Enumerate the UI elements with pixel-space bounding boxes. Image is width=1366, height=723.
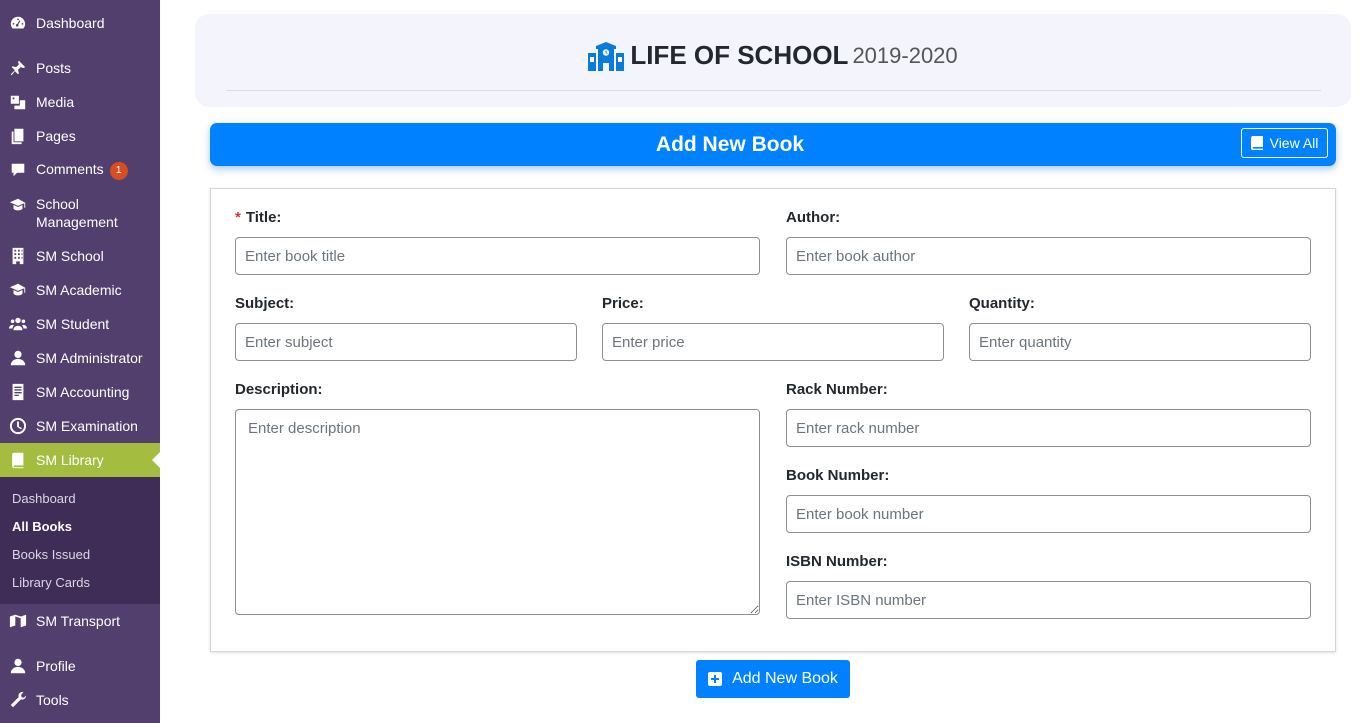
admin-sidebar: Dashboard Posts Media Pages Comments 1 Sc… [0, 0, 160, 723]
sidebar-item-sm-transport[interactable]: SM Transport [0, 612, 160, 630]
sidebar-item-label: School Management [36, 196, 118, 230]
clock-icon [8, 416, 28, 436]
book-icon [1250, 136, 1263, 150]
sidebar-item-label: Profile [36, 658, 76, 674]
sidebar-item-label: SM Library [36, 452, 104, 468]
author-input[interactable] [786, 237, 1311, 275]
wrench-icon [8, 690, 28, 710]
subject-input[interactable] [235, 323, 577, 361]
add-new-book-label: Add New Book [732, 670, 838, 687]
sidebar-item-label: SM Accounting [36, 384, 130, 400]
dashboard-icon [8, 13, 28, 33]
required-mark: * [235, 209, 241, 226]
author-label: Author: [786, 209, 841, 226]
pin-icon [8, 58, 28, 78]
submenu-item-books-issued[interactable]: Books Issued [12, 547, 90, 562]
sidebar-item-posts[interactable]: Posts [0, 59, 160, 77]
sidebar-item-label: Comments 1 [36, 160, 128, 180]
sidebar-item-tools[interactable]: Tools [0, 691, 160, 709]
title-input[interactable] [235, 237, 760, 275]
graduation-cap-icon [8, 195, 28, 215]
academic-session: 2019-2020 [852, 42, 958, 68]
price-label: Price: [602, 295, 644, 312]
sidebar-item-school-management[interactable]: School Management [0, 195, 160, 231]
school-title: LIFE OF SCHOOL 2019-2020 [195, 40, 1351, 71]
rack-number-label: Rack Number: [786, 381, 888, 398]
school-name: LIFE OF SCHOOL [630, 40, 849, 70]
add-new-book-button[interactable]: Add New Book [696, 660, 850, 698]
sidebar-item-sm-accounting[interactable]: SM Accounting [0, 383, 160, 401]
isbn-number-input[interactable] [786, 581, 1311, 619]
sidebar-item-comments[interactable]: Comments 1 [0, 160, 160, 180]
plus-square-icon [708, 672, 723, 686]
book-icon [8, 450, 28, 470]
sidebar-item-label: Media [36, 94, 75, 110]
sidebar-item-sm-library[interactable]: SM Library [0, 443, 160, 477]
page-title: Add New Book [655, 133, 805, 156]
comments-label: Comments [36, 161, 104, 178]
description-textarea[interactable] [235, 409, 760, 615]
sidebar-item-label: SM School [36, 248, 104, 264]
comment-icon [8, 160, 28, 180]
sidebar-item-label: SM Transport [36, 613, 121, 629]
isbn-number-label: ISBN Number: [786, 553, 888, 570]
map-icon [8, 611, 28, 631]
price-input[interactable] [602, 323, 944, 361]
view-all-button[interactable]: View All [1241, 128, 1328, 158]
sidebar-item-label: Posts [36, 60, 72, 76]
users-icon [8, 314, 28, 334]
sidebar-item-sm-examination[interactable]: SM Examination [0, 417, 160, 435]
library-submenu: Dashboard All Books Books Issued Library… [0, 477, 160, 604]
school-header: LIFE OF SCHOOL 2019-2020 [195, 14, 1351, 107]
add-book-title-bar: Add New Book View All [210, 123, 1336, 166]
user-icon [8, 348, 28, 368]
comments-count-badge: 1 [109, 161, 128, 180]
title-label-text: Title: [245, 209, 282, 226]
sidebar-item-sm-academic[interactable]: SM Academic [0, 281, 160, 299]
sidebar-item-sm-student[interactable]: SM Student [0, 315, 160, 333]
media-icon [8, 92, 28, 112]
building-icon [8, 246, 28, 266]
sidebar-item-label: Tools [36, 692, 69, 708]
graduation-cap-icon [8, 280, 28, 300]
sidebar-item-media[interactable]: Media [0, 93, 160, 111]
description-label: Description: [235, 381, 323, 398]
add-book-form: *Title: Author: Subject: Price: Quantity… [210, 188, 1336, 652]
sidebar-item-label: SM Administrator [36, 350, 143, 366]
user-icon [8, 656, 28, 676]
quantity-label: Quantity: [969, 295, 1035, 312]
sidebar-item-pages[interactable]: Pages [0, 127, 160, 145]
sidebar-item-dashboard[interactable]: Dashboard [0, 14, 160, 32]
sidebar-item-sm-school[interactable]: SM School [0, 247, 160, 265]
rack-number-input[interactable] [786, 409, 1311, 447]
quantity-input[interactable] [969, 323, 1311, 361]
header-divider [226, 90, 1321, 91]
sidebar-item-label: SM Academic [36, 282, 122, 298]
submenu-item-library-cards[interactable]: Library Cards [12, 575, 90, 590]
sidebar-item-label: SM Student [36, 316, 110, 332]
sidebar-item-label: Pages [36, 128, 76, 144]
school-icon [588, 41, 625, 71]
sidebar-item-label: SM Examination [36, 418, 138, 434]
pages-icon [8, 126, 28, 146]
sidebar-item-sm-administrator[interactable]: SM Administrator [0, 349, 160, 367]
sidebar-item-profile[interactable]: Profile [0, 657, 160, 675]
book-number-label: Book Number: [786, 467, 890, 484]
subject-label: Subject: [235, 295, 295, 312]
submenu-item-dashboard[interactable]: Dashboard [12, 491, 76, 506]
submenu-item-all-books[interactable]: All Books [12, 519, 72, 534]
sidebar-item-label: Dashboard [36, 15, 105, 31]
book-number-input[interactable] [786, 495, 1311, 533]
title-label: * Title: [235, 209, 281, 226]
invoice-icon [8, 382, 28, 402]
view-all-label: View All [1269, 135, 1319, 151]
